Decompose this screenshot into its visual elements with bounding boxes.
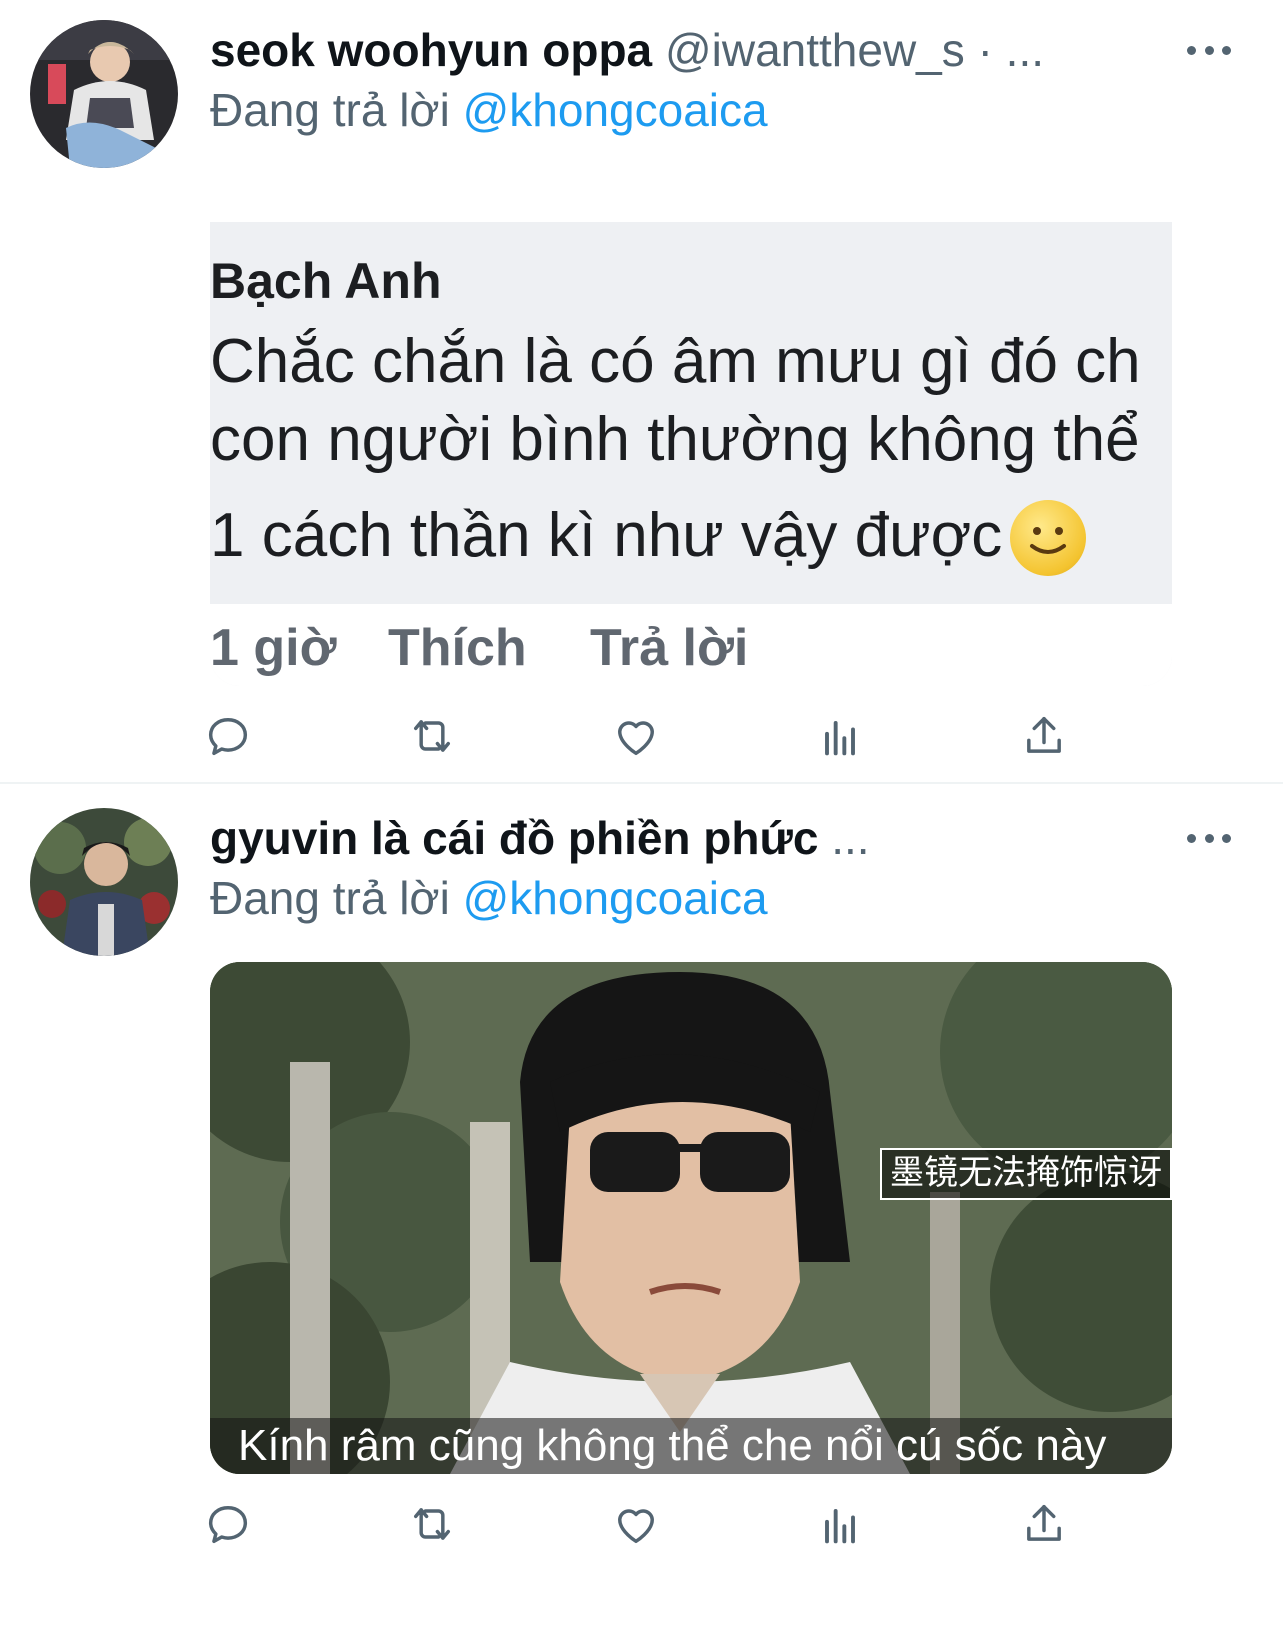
dot [1187, 45, 1196, 55]
tweet-actions [208, 1498, 1130, 1550]
display-name[interactable]: seok woohyun oppa [210, 24, 652, 76]
avatar-photo [30, 20, 178, 168]
replying-to: Đang trả lời @khongcoaica [210, 870, 768, 926]
comment-like-label: Thích [388, 619, 527, 677]
replying-to-label: Đang trả lời [210, 84, 450, 136]
dot [1222, 833, 1231, 843]
reply-button[interactable] [202, 1498, 254, 1550]
replying-to-label: Đang trả lời [210, 872, 450, 924]
comment-line: Chắc chắn là có âm mưu gì đó ch [210, 327, 1141, 396]
avatar[interactable] [30, 808, 178, 956]
analytics-icon [825, 1509, 855, 1544]
like-button[interactable] [610, 710, 662, 762]
comment-screenshot: Bạch Anh Chắc chắn là có âm mưu gì đó ch… [210, 222, 1172, 686]
comment-footer: 1 giờ Thích Trả lời [210, 604, 1172, 686]
retweet-icon [414, 1508, 450, 1540]
reply-icon [208, 718, 248, 756]
chinese-caption: 墨镜无法掩饰惊讶 [880, 1148, 1172, 1200]
dot [1222, 45, 1231, 55]
dot [1204, 833, 1214, 843]
truncation-ellipsis: ... [1005, 24, 1045, 76]
avatar-photo [30, 808, 178, 956]
smile-emoji-icon [1010, 500, 1086, 576]
tweet-media-image[interactable]: 墨镜无法掩饰惊讶 Kính râm cũng không thể che nổi… [210, 962, 1172, 1474]
tweet[interactable]: seok woohyun oppa @iwantthew_s · ... Đan… [0, 0, 1283, 780]
user-handle[interactable]: @iwantthew_s [665, 24, 965, 76]
share-button[interactable] [1018, 1498, 1070, 1550]
dot [1204, 45, 1214, 55]
comment-line: 1 cách thần kì như vậy được [210, 501, 1003, 570]
tweet-header: gyuvin là cái đồ phiền phức ... [210, 810, 1173, 866]
tweet-media-image[interactable]: Bạch Anh Chắc chắn là có âm mưu gì đó ch… [210, 222, 1172, 686]
comment-line: con người bình thường không thể [210, 405, 1140, 474]
dot [1187, 833, 1196, 843]
more-options-button[interactable] [1187, 40, 1231, 60]
truncation-ellipsis: ... [831, 812, 870, 864]
mention-link[interactable]: @khongcoaica [463, 84, 768, 136]
tweet-header: seok woohyun oppa @iwantthew_s · ... [210, 22, 1173, 78]
comment-author: Bạch Anh [210, 253, 442, 309]
more-options-button[interactable] [1187, 828, 1231, 848]
share-button[interactable] [1018, 710, 1070, 762]
retweet-icon [414, 720, 450, 752]
retweet-button[interactable] [406, 1498, 458, 1550]
share-icon [1027, 1504, 1061, 1541]
heart-icon [618, 721, 654, 756]
comment-reply-label: Trả lời [590, 619, 749, 677]
analytics-button[interactable] [814, 710, 866, 762]
separator-dot: · [977, 24, 993, 76]
like-button[interactable] [610, 1498, 662, 1550]
meme-photo [210, 962, 1172, 1474]
analytics-icon [825, 721, 855, 756]
analytics-button[interactable] [814, 1498, 866, 1550]
retweet-button[interactable] [406, 710, 458, 762]
comment-time: 1 giờ [210, 619, 337, 677]
heart-icon [618, 1509, 654, 1544]
subtitle: Kính râm cũng không thể che nổi cú sốc n… [210, 1418, 1172, 1474]
replying-to: Đang trả lời @khongcoaica [210, 82, 768, 138]
tweet[interactable]: gyuvin là cái đồ phiền phức ... Đang trả… [0, 784, 1283, 1648]
avatar[interactable] [30, 20, 178, 168]
reply-button[interactable] [202, 710, 254, 762]
display-name[interactable]: gyuvin là cái đồ phiền phức [210, 812, 818, 864]
share-icon [1027, 716, 1061, 753]
reply-icon [208, 1506, 248, 1544]
mention-link[interactable]: @khongcoaica [463, 872, 768, 924]
tweet-actions [208, 710, 1130, 762]
